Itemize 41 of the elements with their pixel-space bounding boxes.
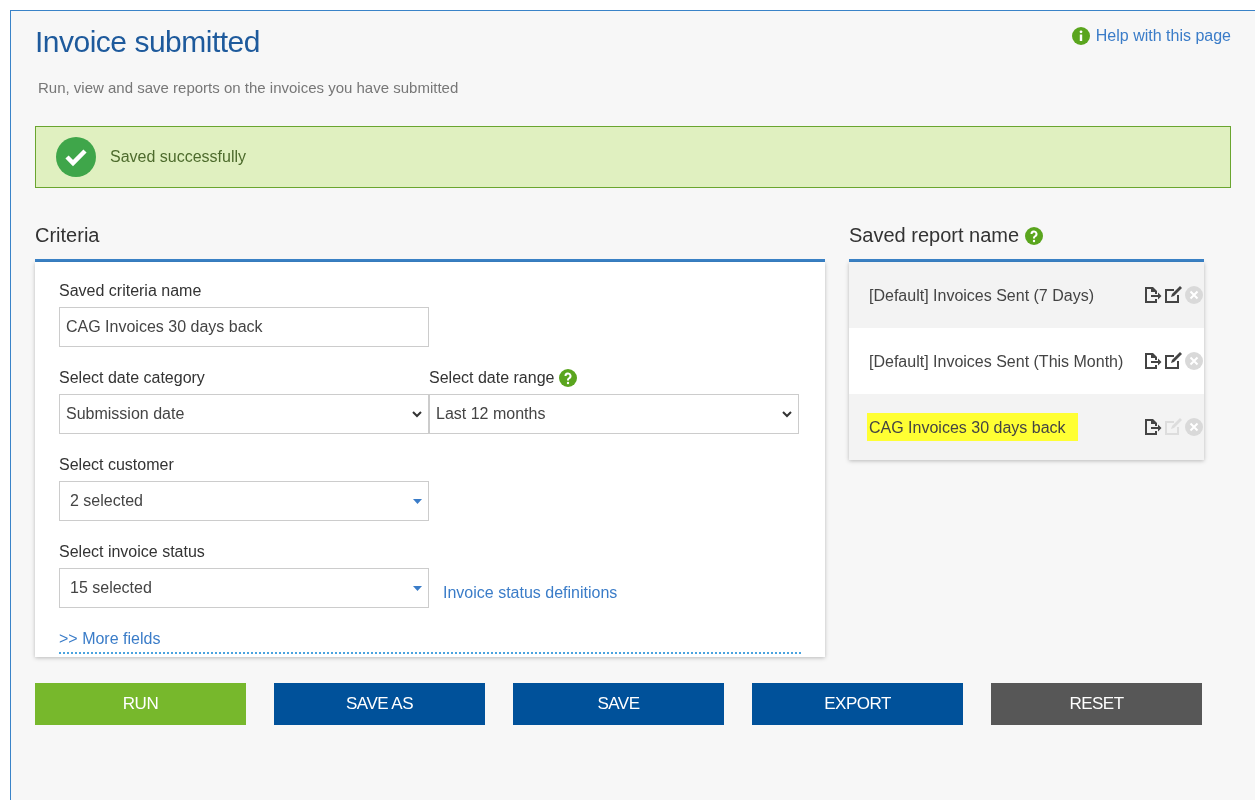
document-arrow-icon[interactable] <box>1142 351 1162 371</box>
date-range-dropdown[interactable]: Last 12 months <box>429 394 799 434</box>
field-label: Select invoice status <box>59 543 206 561</box>
saved-report-item[interactable]: [Default] Invoices Sent (This Month) <box>849 328 1204 394</box>
help-icon[interactable] <box>559 369 578 387</box>
status-definitions-link[interactable]: Invoice status definitions <box>443 584 618 602</box>
field-label: Select date range <box>429 369 555 387</box>
check-icon <box>56 137 96 177</box>
caret-icon <box>413 585 422 591</box>
invoice-status-dropdown[interactable]: 15 selected <box>59 568 429 608</box>
action-button[interactable]: SAVE <box>513 683 724 725</box>
edit-icon[interactable] <box>1163 285 1183 305</box>
saved-report-item[interactable]: [Default] Invoices Sent (7 Days) <box>849 262 1204 328</box>
action-button[interactable]: RESET <box>991 683 1202 725</box>
page-title: Invoice submitted <box>35 25 260 59</box>
document-arrow-icon[interactable] <box>1142 417 1162 437</box>
criteria-name-field[interactable]: CAG Invoices 30 days back <box>59 307 429 347</box>
report-name: CAG Invoices 30 days back <box>867 413 1078 441</box>
action-button[interactable]: EXPORT <box>752 683 963 725</box>
chevron-down-icon <box>412 410 422 418</box>
section-heading: Saved report name <box>849 224 1020 247</box>
edit-icon[interactable] <box>1163 351 1183 371</box>
page-subtitle: Run, view and save reports on the invoices you have submitted <box>38 79 460 96</box>
customer-dropdown[interactable]: 2 selected <box>59 481 429 521</box>
field-label: Select customer <box>59 456 175 474</box>
report-name: [Default] Invoices Sent (This Month) <box>868 352 1125 372</box>
date-category-dropdown[interactable]: Submission date <box>59 394 429 434</box>
more-fields-link[interactable]: >> More fields <box>59 630 161 647</box>
chevron-down-icon <box>782 410 792 418</box>
help-icon[interactable] <box>1025 226 1044 245</box>
help-link[interactable]: Help with this page <box>1071 27 1231 45</box>
alert-message: Saved successfully <box>110 148 247 166</box>
field-label: Select date category <box>59 369 206 387</box>
field-label: Saved criteria name <box>59 282 203 300</box>
caret-icon <box>413 498 422 504</box>
document-arrow-icon[interactable] <box>1142 285 1162 305</box>
info-icon <box>1071 27 1090 45</box>
report-name: [Default] Invoices Sent (7 Days) <box>868 286 1095 306</box>
section-heading: Criteria <box>35 224 100 247</box>
saved-report-item[interactable]: CAG Invoices 30 days back <box>849 394 1204 460</box>
action-button[interactable]: SAVE AS <box>274 683 485 725</box>
